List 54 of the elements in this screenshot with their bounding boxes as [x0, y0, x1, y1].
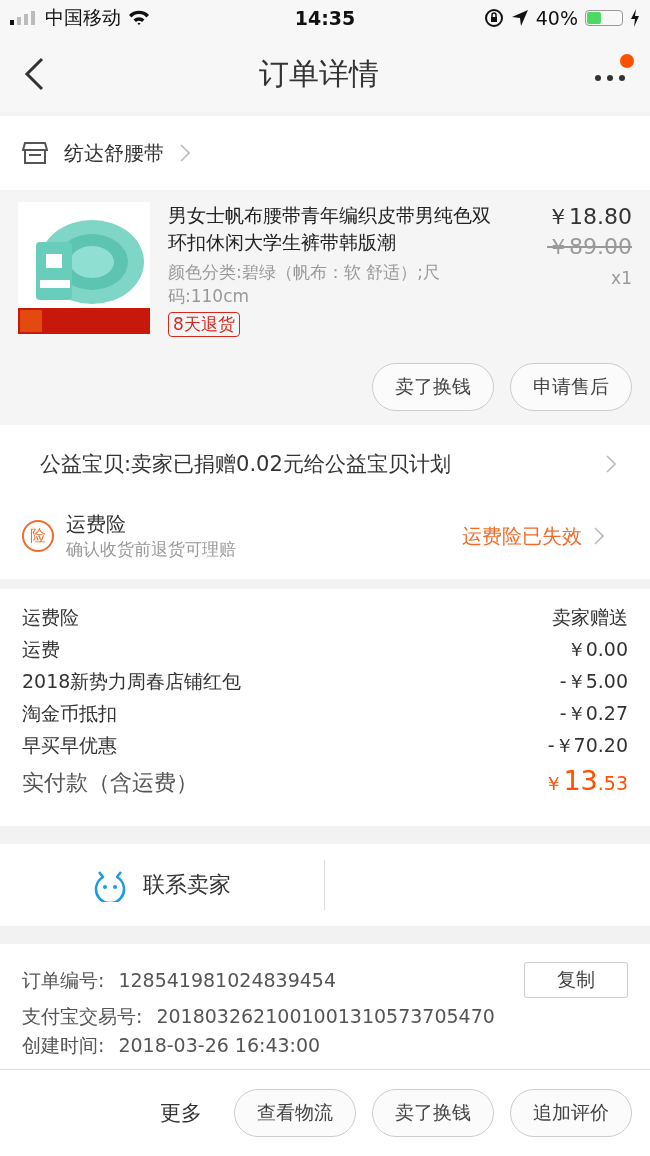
action-button[interactable]: 卖了换钱: [372, 1089, 494, 1137]
charity-text: 公益宝贝:卖家已捐赠0.02元给公益宝贝计划: [40, 451, 451, 478]
product-price: ￥18.80: [547, 203, 632, 231]
fee-label: 运费: [22, 637, 60, 662]
copy-button[interactable]: 复制: [524, 962, 628, 998]
location-arrow-icon: [510, 9, 529, 27]
back-icon[interactable]: [24, 57, 44, 91]
wifi-icon: [128, 10, 150, 26]
info-value: 2018032621001001310573705470: [156, 1004, 495, 1029]
total-label: 实付款（含运费）: [22, 769, 198, 797]
product-sku: 颜色分类:碧绿（帆布：软 舒适）;尺码:110cm: [168, 261, 441, 308]
product-quantity: x1: [611, 268, 632, 288]
shop-row[interactable]: 纺达舒腰带: [0, 116, 650, 190]
fee-value: -￥0.27: [559, 701, 628, 726]
battery-icon: [585, 10, 623, 26]
info-label: 订单编号:: [22, 967, 105, 993]
insurance-icon: 险: [22, 520, 54, 552]
charging-bolt-icon: [630, 9, 640, 27]
fee-label: 运费险: [22, 605, 79, 630]
info-label: 创建时间:: [22, 1033, 105, 1058]
insurance-title: 运费险: [66, 511, 127, 538]
total-amount: ￥13.53: [544, 765, 628, 797]
carrier-name: 中国移动: [45, 5, 121, 30]
info-label: 支付宝交易号:: [22, 1004, 143, 1029]
info-value: 128541981024839454: [118, 967, 336, 993]
product-title[interactable]: 男女士帆布腰带青年编织皮带男纯色双环扣休闲大学生裤带韩版潮: [168, 202, 508, 256]
insurance-subtitle: 确认收货前退货可理赔: [66, 538, 237, 561]
fee-value: ￥0.00: [566, 637, 628, 662]
fee-label: 2018新势力周春店铺红包: [22, 669, 242, 694]
page-title: 订单详情: [259, 54, 379, 93]
store-icon: [22, 141, 48, 165]
chevron-icon: [180, 144, 190, 162]
fee-label: 淘金币抵扣: [22, 701, 117, 726]
return-policy-tag: 8天退货: [168, 312, 240, 337]
fee-value: -￥70.20: [547, 733, 628, 758]
action-button[interactable]: 追加评价: [510, 1089, 632, 1137]
fee-value: 卖家赠送: [552, 605, 628, 630]
charity-row[interactable]: 公益宝贝:卖家已捐赠0.02元给公益宝贝计划: [0, 425, 650, 503]
shop-name: 纺达舒腰带: [64, 139, 164, 167]
action-button[interactable]: 申请售后: [510, 363, 632, 411]
fee-value: -￥5.00: [559, 669, 628, 694]
more-link[interactable]: 更多: [160, 1099, 202, 1127]
chevron-icon: [594, 527, 604, 545]
info-value: 2018-03-26 16:43:00: [118, 1033, 321, 1058]
clock-time: 14:35: [294, 7, 356, 29]
battery-percent: 40%: [535, 7, 578, 29]
action-button[interactable]: 卖了换钱: [372, 363, 494, 411]
action-button[interactable]: 查看物流: [234, 1089, 356, 1137]
chevron-icon: [606, 455, 616, 473]
signal-icon: [10, 11, 38, 25]
more-icon[interactable]: [594, 74, 626, 82]
rotation-lock-icon: [483, 8, 504, 28]
fee-label: 早买早优惠: [22, 733, 117, 758]
original-price: ￥89.00: [547, 233, 632, 261]
